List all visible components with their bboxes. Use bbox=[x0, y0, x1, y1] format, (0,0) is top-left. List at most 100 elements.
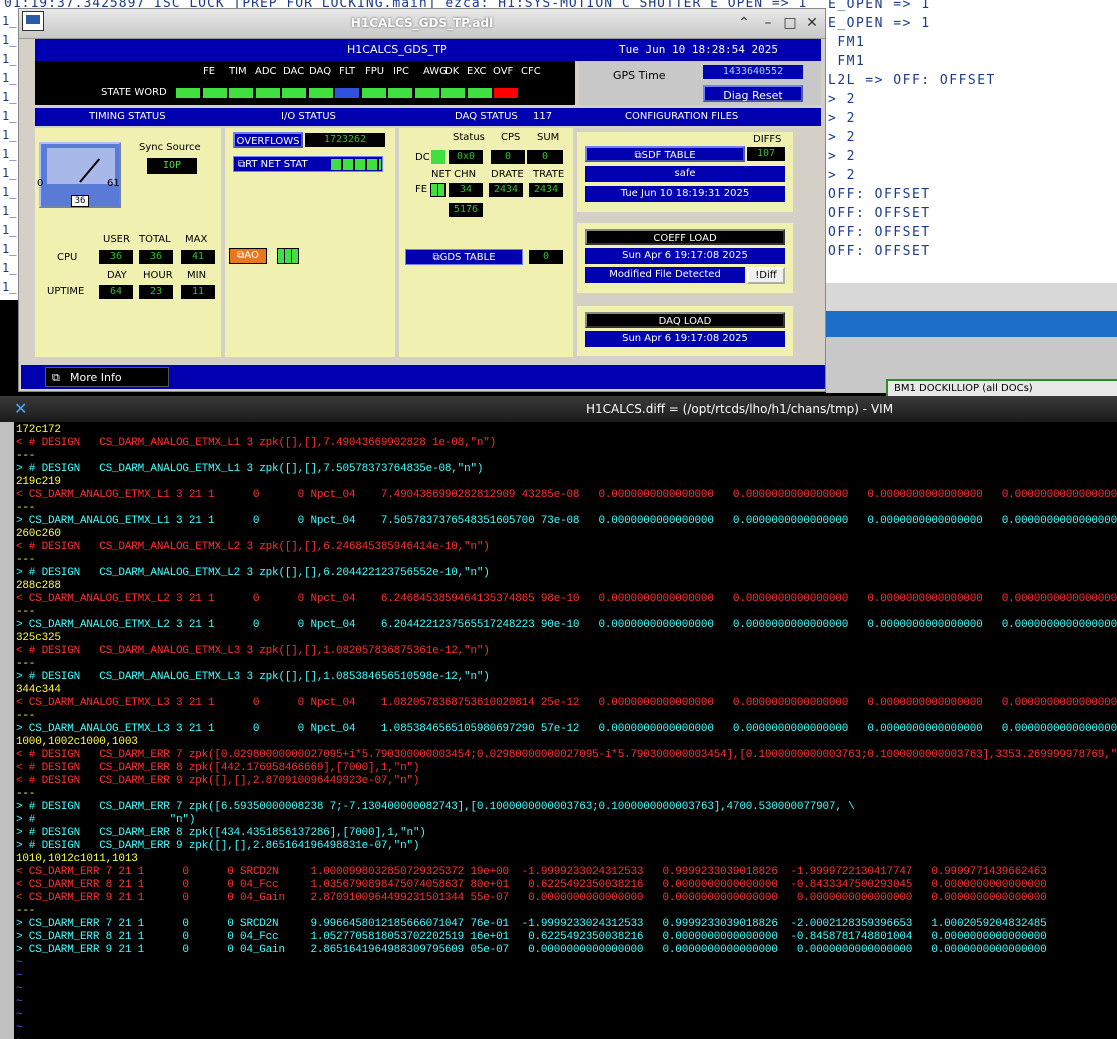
bottom-bar: ⧉ More Info bbox=[21, 365, 825, 389]
vim-line: 260c260 bbox=[16, 528, 61, 540]
vim-line: > # DESIGN CS_DARM_ANALOG_ETMX_L1 3 zpk(… bbox=[16, 463, 484, 475]
daq-load-button[interactable]: DAQ LOAD bbox=[585, 312, 785, 328]
maximize-icon[interactable]: □ bbox=[781, 15, 799, 31]
diff-button[interactable]: !Diff bbox=[747, 267, 785, 284]
vim-line: < # DESIGN CS_DARM_ANALOG_ETMX_L3 3 zpk(… bbox=[16, 645, 490, 657]
vim-line: < CS_DARM_ANALOG_ETMX_L1 3 21 1 0 0 Npct… bbox=[16, 489, 1117, 501]
terminal-left-line: 1_ bbox=[2, 166, 17, 180]
diffs-label: DIFFS bbox=[753, 134, 782, 145]
terminal-right-line: FM1 bbox=[828, 35, 866, 50]
overflows-button[interactable]: OVERFLOWS bbox=[233, 132, 303, 148]
vim-editor[interactable]: 172c172 < # DESIGN CS_DARM_ANALOG_ETMX_L1… bbox=[14, 424, 1117, 1039]
uptime-label: UPTIME bbox=[47, 286, 85, 297]
vim-line: > CS_DARM_ERR 9 21 1 0 0 04_Gain 2.86516… bbox=[16, 944, 1047, 956]
vim-line: < CS_DARM_ANALOG_ETMX_L3 3 21 1 0 0 Npct… bbox=[16, 697, 1117, 709]
medm-titlebar: H1CALCS_GDS_TP.adl ⌃ – □ ✕ bbox=[19, 9, 825, 39]
coeff-load-panel: COEFF LOAD Sun Apr 6 19:17:08 2025 Modif… bbox=[577, 223, 793, 293]
gds-table-button[interactable]: ⧉GDS TABLE bbox=[405, 249, 523, 265]
vim-line: ~ bbox=[16, 996, 23, 1008]
minimize-icon[interactable]: – bbox=[759, 15, 777, 31]
vim-line: < # DESIGN CS_DARM_ERR 7 zpk([0.02980000… bbox=[16, 749, 1117, 761]
fe-status-indicators bbox=[430, 183, 446, 197]
daq-extra-value: 5176 bbox=[449, 203, 483, 217]
dc-status-light bbox=[431, 150, 445, 164]
state-bit-indicator bbox=[307, 87, 334, 99]
state-bit-label: EXC bbox=[467, 66, 487, 77]
state-bit-indicator bbox=[254, 87, 281, 99]
vim-line: ~ bbox=[16, 983, 23, 995]
vim-line: 1010,1012c1011,1013 bbox=[16, 853, 138, 865]
daq-cps-header: CPS bbox=[501, 132, 521, 143]
terminal-right-line: OFF: OFFSET bbox=[828, 187, 931, 202]
uptime-day-value: 64 bbox=[99, 285, 133, 299]
state-bit-label: DAC bbox=[283, 66, 305, 77]
daq-status-panel: Status CPS SUM DC 0x0 0 0 NET CHN DRATE … bbox=[399, 128, 573, 357]
terminal-right-line: > 2 bbox=[828, 149, 856, 164]
state-bit-label: CFC bbox=[521, 66, 541, 77]
vim-line: 288c288 bbox=[16, 580, 61, 592]
state-bit-label: DAQ bbox=[309, 66, 332, 77]
vim-line: < CS_DARM_ERR 9 21 1 0 0 04_Gain 2.87091… bbox=[16, 892, 1047, 904]
terminal-left-line: 1_ bbox=[2, 128, 17, 142]
vim-line: ~ bbox=[16, 1035, 23, 1039]
vim-line: > # DESIGN CS_DARM_ERR 7 zpk([6.59350000… bbox=[16, 801, 855, 813]
state-bit-label: DK bbox=[445, 66, 460, 77]
sdf-date: Tue Jun 10 18:19:31 2025 bbox=[585, 186, 785, 202]
cpu-total-value: 36 bbox=[139, 250, 173, 264]
gps-time-value: 1433640552 bbox=[703, 65, 803, 79]
close-icon[interactable]: ✕ bbox=[803, 15, 821, 31]
terminal-right-line: OFF: OFFSET bbox=[828, 206, 931, 221]
state-bit-indicator bbox=[228, 87, 254, 99]
vim-line: < # DESIGN CS_DARM_ERR 9 zpk([],[],2.870… bbox=[16, 775, 420, 787]
state-word-block: STATE WORD FE TIM ADC DAC DAQ FLT FPU IPC AWG DK E… bbox=[35, 61, 575, 105]
gauge-value: 36 bbox=[71, 195, 89, 207]
dc-status-value: 0x0 bbox=[449, 150, 483, 164]
more-info-button[interactable]: ⧉ More Info bbox=[45, 367, 169, 387]
terminal-left-line: 1_ bbox=[2, 185, 17, 199]
rt-net-stat-label: RT NET STAT bbox=[245, 159, 308, 170]
cpu-user-value: 36 bbox=[99, 250, 133, 264]
ao-button[interactable]: ⧉AO bbox=[229, 248, 267, 264]
left-edge-strip bbox=[0, 396, 14, 1039]
state-bit-indicator bbox=[201, 87, 228, 99]
terminal-left-line: 1_ bbox=[2, 52, 17, 66]
vim-line: 219c219 bbox=[16, 476, 61, 488]
coeff-load-date: Sun Apr 6 19:17:08 2025 bbox=[585, 248, 785, 264]
daq-status-header: Status bbox=[453, 132, 485, 143]
gds-table-label: GDS TABLE bbox=[439, 252, 496, 263]
dc-label: DC bbox=[415, 152, 430, 163]
vim-line: 344c344 bbox=[16, 684, 61, 696]
vim-line: --- bbox=[16, 905, 36, 917]
dc-cps-value: 0 bbox=[491, 150, 525, 164]
vim-line: ~ bbox=[16, 1009, 23, 1021]
state-bit-label: ADC bbox=[255, 66, 277, 77]
vim-line: > # "n") bbox=[16, 814, 196, 826]
vim-line: 172c172 bbox=[16, 424, 61, 436]
medm-header-bar: H1CALCS_GDS_TP Tue Jun 10 18:28:54 2025 bbox=[35, 39, 821, 61]
ao-label: AO bbox=[244, 250, 259, 261]
vim-line: ~ bbox=[16, 1022, 23, 1034]
fe-label: FE bbox=[415, 184, 428, 195]
sync-source-label: Sync Source bbox=[139, 142, 201, 153]
vim-line: < CS_DARM_ANALOG_ETMX_L2 3 21 1 0 0 Npct… bbox=[16, 593, 1117, 605]
coeff-load-button[interactable]: COEFF LOAD bbox=[585, 229, 785, 245]
sdf-table-button[interactable]: ⧉SDF TABLE bbox=[585, 146, 745, 162]
more-info-label: More Info bbox=[70, 371, 122, 384]
state-bit-label: FLT bbox=[339, 66, 356, 77]
medm-window-title: H1CALCS_GDS_TP.adl bbox=[350, 16, 494, 30]
vim-line: < # DESIGN CS_DARM_ANALOG_ETMX_L1 3 zpk(… bbox=[16, 437, 497, 449]
daq-status-heading: DAQ STATUS bbox=[455, 111, 518, 122]
vim-line: --- bbox=[16, 606, 36, 618]
chevron-up-icon[interactable]: ⌃ bbox=[735, 15, 753, 31]
state-bit-label: IPC bbox=[393, 66, 409, 77]
header-title: H1CALCS_GDS_TP bbox=[347, 43, 447, 56]
gds-table-value: 0 bbox=[529, 250, 563, 264]
vim-line: > CS_DARM_ANALOG_ETMX_L1 3 21 1 0 0 Npct… bbox=[16, 515, 1117, 527]
trate-header: TRATE bbox=[533, 169, 565, 180]
state-bit-indicator bbox=[334, 87, 360, 99]
related-display-icon: ⧉ bbox=[432, 252, 440, 263]
diag-reset-button[interactable]: Diag Reset bbox=[703, 85, 803, 102]
fe-chn-value: 34 bbox=[449, 183, 483, 197]
uptime-min-value: 11 bbox=[181, 285, 215, 299]
trate-value: 2434 bbox=[529, 183, 563, 197]
